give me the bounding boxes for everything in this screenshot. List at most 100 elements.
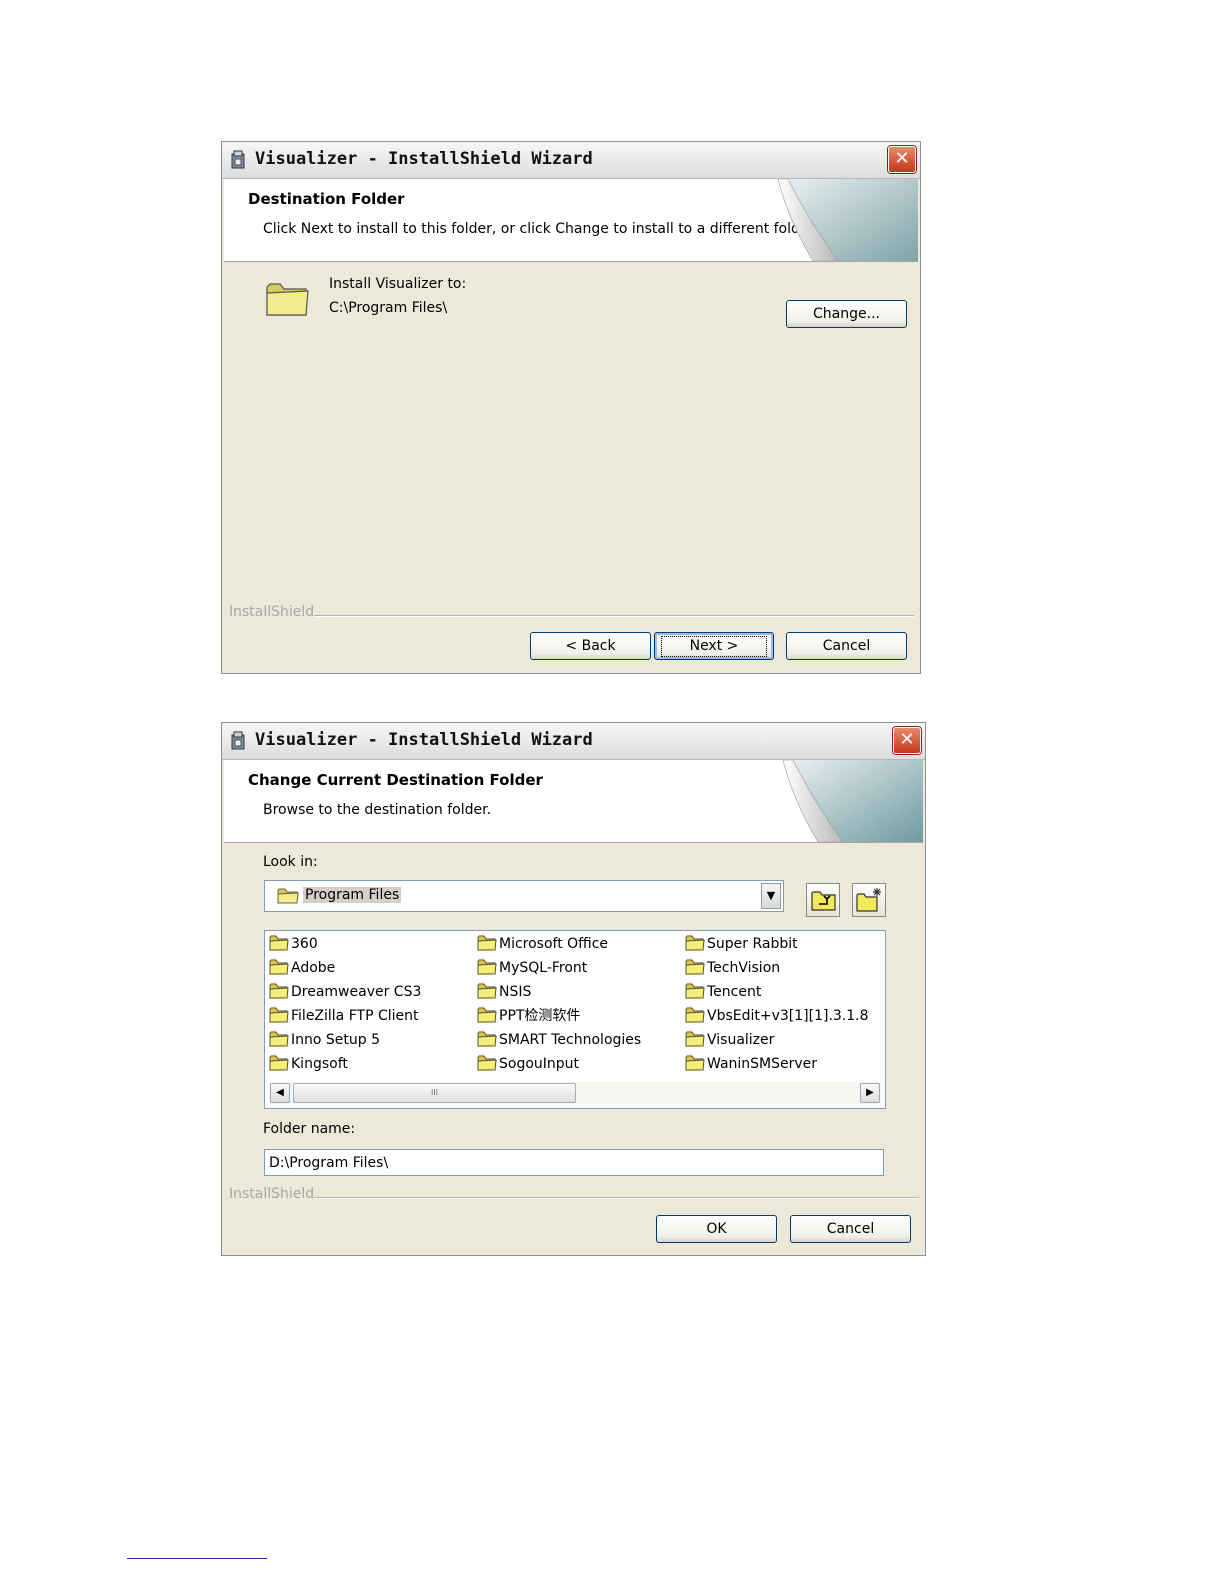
install-path: C:\Program Files\: [329, 300, 448, 316]
horizontal-scrollbar[interactable]: ◀ III ▶: [269, 1082, 881, 1104]
list-item-label: Adobe: [291, 960, 336, 976]
list-item-label: MySQL-Front: [499, 960, 588, 976]
folder-icon: [269, 983, 289, 999]
list-item[interactable]: Super Rabbit: [685, 934, 798, 954]
next-button[interactable]: Next >: [654, 632, 774, 660]
installer-app-icon: [231, 150, 245, 169]
folder-icon: [685, 983, 705, 999]
close-icon[interactable]: ✕: [888, 146, 916, 173]
folder-icon: [269, 1007, 289, 1023]
list-item-label: PPT检测软件: [499, 1008, 581, 1024]
look-in-dropdown[interactable]: Program Files ▼: [264, 880, 784, 912]
list-item[interactable]: Adobe: [269, 958, 335, 978]
list-item[interactable]: Kingsoft: [269, 1054, 348, 1074]
list-item[interactable]: SMART Technologies: [477, 1030, 641, 1050]
scroll-left-icon[interactable]: ◀: [270, 1083, 290, 1103]
list-item-label: Dreamweaver CS3: [291, 984, 422, 1000]
new-folder-icon: [856, 888, 881, 912]
list-item-label: SogouInput: [499, 1056, 580, 1072]
close-icon[interactable]: ✕: [893, 727, 921, 754]
window-title: Visualizer - InstallShield Wizard: [255, 730, 593, 750]
list-item-label: WaninSMServer: [707, 1056, 818, 1072]
ok-button[interactable]: OK: [656, 1215, 777, 1243]
folder-icon: [269, 959, 289, 975]
list-item[interactable]: 360: [269, 934, 318, 954]
installshield-brand: InstallShield: [229, 604, 315, 620]
cancel-button[interactable]: Cancel: [790, 1215, 911, 1243]
list-item-label: 360: [291, 936, 318, 952]
list-item[interactable]: FileZilla FTP Client: [269, 1006, 419, 1026]
folder-icon: [685, 1007, 705, 1023]
list-item-label: NSIS: [499, 984, 532, 1000]
list-item-label: FileZilla FTP Client: [291, 1008, 419, 1024]
list-item[interactable]: Tencent: [685, 982, 761, 1002]
folder-up-icon: [811, 891, 836, 911]
look-in-value: Program Files: [303, 887, 402, 903]
list-item-label: Tencent: [707, 984, 762, 1000]
footnote-rule: [127, 1558, 267, 1559]
look-in-label: Look in:: [263, 854, 318, 870]
folder-icon: [685, 935, 705, 951]
title-bar[interactable]: Visualizer - InstallShield Wizard ✕: [222, 723, 925, 760]
folder-icon: [477, 959, 497, 975]
list-item[interactable]: Inno Setup 5: [269, 1030, 380, 1050]
chevron-down-icon[interactable]: ▼: [761, 883, 781, 909]
install-to-label: Install Visualizer to:: [329, 276, 467, 292]
list-item-label: Super Rabbit: [707, 936, 798, 952]
folder-name-field[interactable]: [264, 1149, 884, 1176]
list-item-label: VbsEdit+v3[1][1].3.1.8: [707, 1008, 869, 1024]
page-description: Browse to the destination folder.: [263, 802, 492, 818]
page-title: Change Current Destination Folder: [248, 771, 543, 789]
list-item-label: SMART Technologies: [499, 1032, 642, 1048]
next-button-label: Next >: [660, 635, 768, 657]
scroll-thumb[interactable]: III: [293, 1083, 576, 1103]
folder-name-label: Folder name:: [263, 1121, 356, 1137]
back-button[interactable]: < Back: [530, 632, 651, 660]
destination-folder-dialog: Visualizer - InstallShield Wizard ✕ Dest…: [221, 141, 921, 674]
change-destination-dialog: Visualizer - InstallShield Wizard ✕ Chan…: [221, 722, 926, 1256]
list-item[interactable]: Microsoft Office: [477, 934, 608, 954]
list-item-label: TechVision: [707, 960, 781, 976]
installer-app-icon: [231, 731, 245, 750]
folder-icon: [266, 283, 309, 316]
cancel-button[interactable]: Cancel: [786, 632, 907, 660]
header-band: Change Current Destination Folder Browse…: [224, 760, 923, 843]
installshield-brand: InstallShield: [229, 1186, 315, 1202]
folder-icon: [277, 888, 299, 904]
folder-icon: [477, 1055, 497, 1071]
folder-list[interactable]: 360 Adobe Dreamweaver CS3 FileZilla FTP Cli…: [264, 930, 886, 1109]
folder-icon: [685, 959, 705, 975]
list-item-label: Inno Setup 5: [291, 1032, 380, 1048]
folder-icon: [685, 1031, 705, 1047]
page-curl-graphic: [778, 179, 918, 261]
change-button[interactable]: Change...: [786, 300, 907, 328]
list-item[interactable]: Visualizer: [685, 1030, 774, 1050]
footer-divider: [314, 615, 914, 617]
page-description: Click Next to install to this folder, or…: [263, 221, 818, 237]
list-item-label: Microsoft Office: [499, 936, 609, 952]
list-item-label: Kingsoft: [291, 1056, 348, 1072]
list-item[interactable]: MySQL-Front: [477, 958, 587, 978]
scroll-right-icon[interactable]: ▶: [860, 1083, 880, 1103]
page-title: Destination Folder: [248, 190, 405, 208]
up-one-level-button[interactable]: [806, 883, 840, 917]
folder-icon: [269, 1055, 289, 1071]
new-folder-button[interactable]: [852, 883, 886, 917]
folder-icon: [477, 983, 497, 999]
folder-icon: [477, 1007, 497, 1023]
list-item[interactable]: VbsEdit+v3[1][1].3.1.8: [685, 1006, 869, 1026]
window-title: Visualizer - InstallShield Wizard: [255, 149, 593, 169]
title-bar[interactable]: Visualizer - InstallShield Wizard ✕: [222, 142, 920, 179]
folder-icon: [685, 1055, 705, 1071]
folder-icon: [269, 935, 289, 951]
list-item[interactable]: NSIS: [477, 982, 531, 1002]
list-item[interactable]: SogouInput: [477, 1054, 579, 1074]
list-item[interactable]: TechVision: [685, 958, 780, 978]
list-item[interactable]: PPT检测软件: [477, 1006, 580, 1026]
list-item[interactable]: Dreamweaver CS3: [269, 982, 421, 1002]
list-item[interactable]: WaninSMServer: [685, 1054, 817, 1074]
folder-icon: [477, 935, 497, 951]
footer-divider: [314, 1197, 919, 1199]
folder-icon: [477, 1031, 497, 1047]
list-item-label: Visualizer: [707, 1032, 775, 1048]
